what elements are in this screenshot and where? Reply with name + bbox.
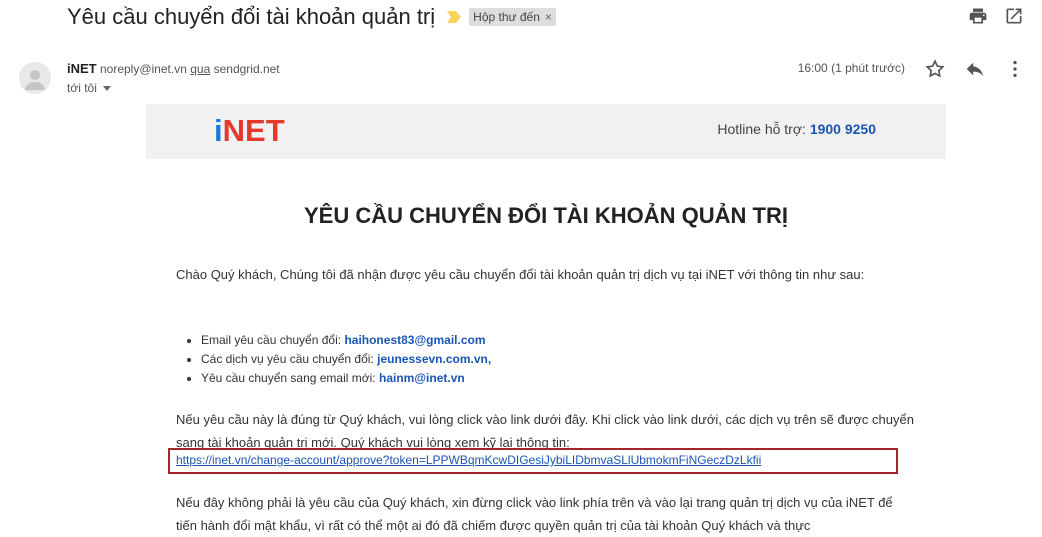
via-word[interactable]: qua [190, 62, 210, 76]
sender-line: iNET noreply@inet.vn qua sendgrid.net [67, 61, 280, 76]
inet-logo: iNET [214, 113, 285, 148]
reply-icon[interactable] [964, 58, 986, 80]
message-actions [924, 58, 1026, 80]
print-icon[interactable] [968, 6, 988, 26]
email-timestamp: 16:00 (1 phút trước) [797, 61, 905, 75]
greeting-paragraph: Chào Quý khách, Chúng tôi đã nhận được y… [176, 267, 865, 282]
email-body-title: YÊU CẦU CHUYỂN ĐỔI TÀI KHOẢN QUẢN TRỊ [303, 203, 788, 228]
avatar[interactable] [19, 62, 51, 94]
list-item: Email yêu cầu chuyển đổi: haihonest83@gm… [201, 331, 491, 350]
recipient-text: tới tôi [67, 81, 97, 95]
hotline-label: Hotline hỗ trợ: [717, 121, 806, 137]
star-icon[interactable] [924, 58, 946, 80]
via-domain: sendgrid.net [213, 62, 280, 76]
request-details-list: Email yêu cầu chuyển đổi: haihonest83@gm… [186, 331, 491, 388]
list-item: Các dịch vụ yêu cầu chuyển đổi: jeunesse… [201, 350, 491, 369]
requesting-email[interactable]: haihonest83@gmail.com [344, 333, 485, 347]
inbox-label-chip[interactable]: Hộp thư đến × [469, 8, 556, 26]
sender-address: noreply@inet.vn [99, 62, 187, 76]
hotline: Hotline hỗ trợ: 1900 9250 [717, 121, 876, 137]
hotline-number[interactable]: 1900 9250 [810, 121, 876, 137]
sender-name[interactable]: iNET [67, 61, 97, 76]
inbox-label-text: Hộp thư đến [473, 10, 540, 24]
more-options-icon[interactable] [1004, 58, 1026, 80]
new-email[interactable]: hainm@inet.vn [379, 371, 465, 385]
default-avatar-icon [25, 70, 45, 90]
subject-row: Yêu cầu chuyển đổi tài khoản quản trị Hộ… [67, 3, 556, 31]
list-item: Yêu cầu chuyển sang email mới: hainm@ine… [201, 369, 491, 388]
top-actions [968, 6, 1024, 26]
approve-link[interactable]: https://inet.vn/change-account/approve?t… [176, 453, 761, 467]
service-domain[interactable]: jeunessevn.com.vn, [377, 352, 491, 366]
warning-paragraph: Nếu đây không phải là yêu cầu của Quý kh… [176, 495, 893, 533]
recipient-line[interactable]: tới tôi [67, 81, 111, 95]
remove-label-icon[interactable]: × [545, 10, 552, 24]
open-in-new-window-icon[interactable] [1004, 6, 1024, 26]
email-subject: Yêu cầu chuyển đổi tài khoản quản trị [67, 4, 436, 29]
importance-marker-icon[interactable] [447, 11, 462, 23]
chevron-down-icon[interactable] [102, 85, 111, 91]
email-banner: iNET Hotline hỗ trợ: 1900 9250 [146, 104, 946, 159]
